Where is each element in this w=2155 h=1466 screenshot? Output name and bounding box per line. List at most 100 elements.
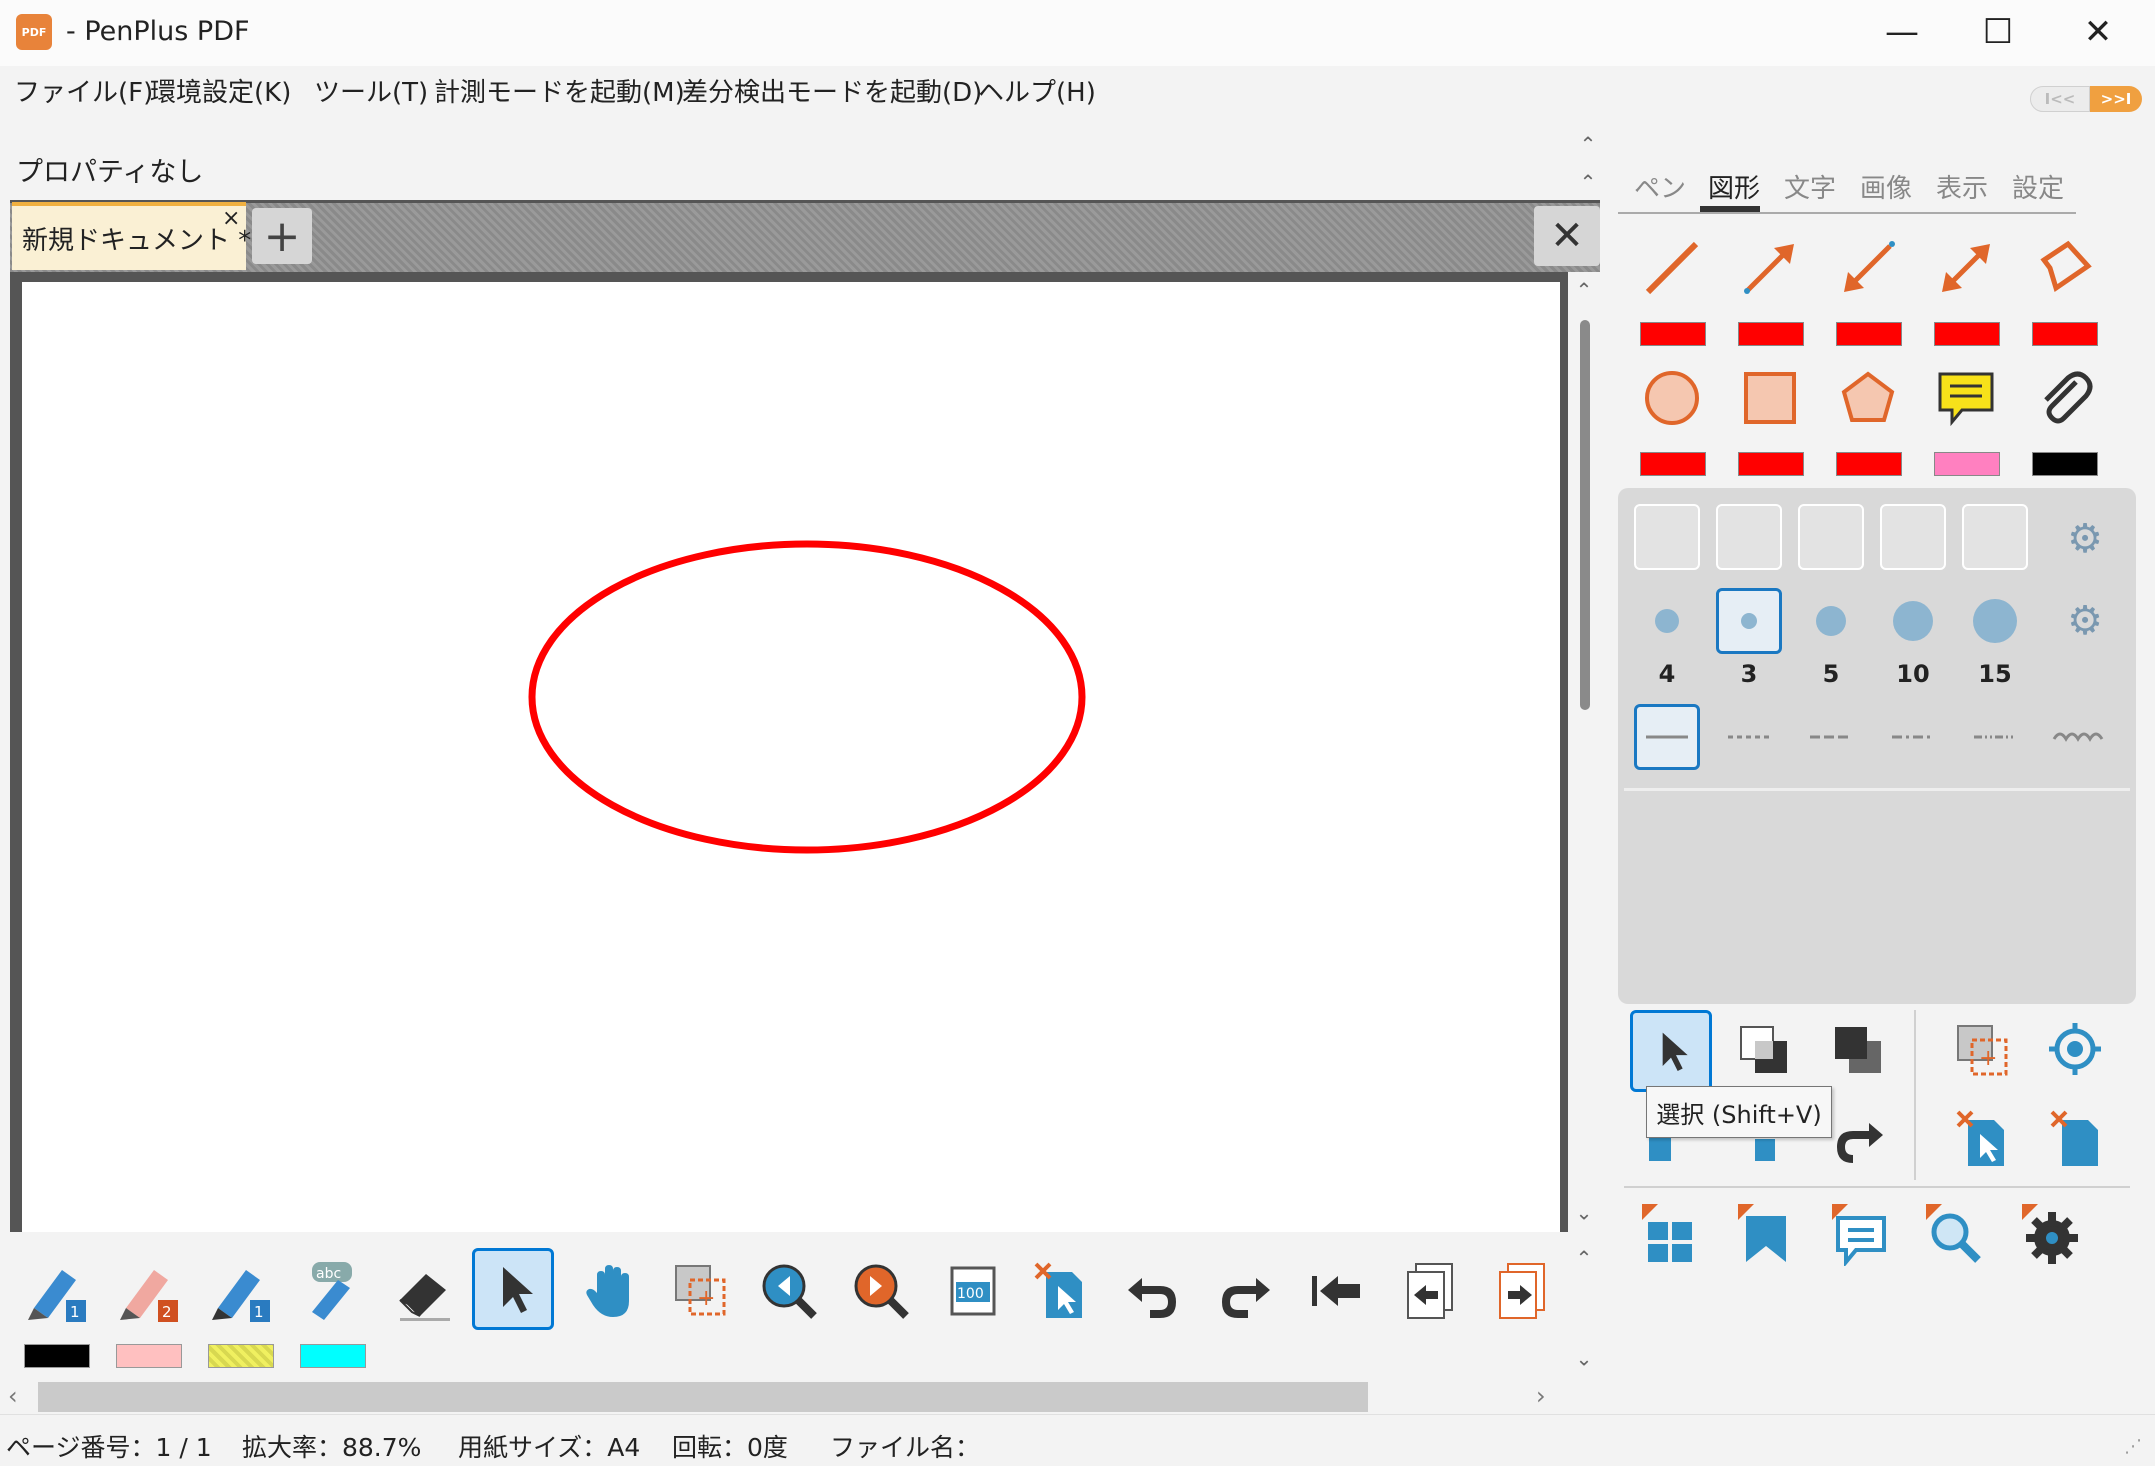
arrow-shape-icon[interactable] bbox=[1730, 228, 1810, 308]
close-window-button[interactable]: ✕ bbox=[2050, 0, 2146, 64]
minimize-button[interactable]: — bbox=[1854, 0, 1950, 64]
custom-color-slot[interactable] bbox=[1880, 504, 1946, 570]
vertical-scrollbar-thumb[interactable] bbox=[1580, 320, 1590, 710]
scroll-down-icon[interactable]: ⌃ bbox=[1574, 1200, 1594, 1224]
line-width-option[interactable] bbox=[1962, 588, 2028, 654]
menu-tools[interactable]: ツール(T) bbox=[314, 72, 428, 109]
add-tab-button[interactable]: + bbox=[252, 208, 312, 264]
line-style-dash-dot[interactable] bbox=[1880, 704, 1946, 770]
horizontal-scrollbar-thumb[interactable] bbox=[38, 1382, 1368, 1412]
rectangle-shape-icon[interactable] bbox=[1730, 358, 1810, 438]
select-tool-button[interactable] bbox=[472, 1248, 554, 1330]
reverse-arrow-color-swatch[interactable] bbox=[1836, 322, 1902, 346]
menu-measure-mode[interactable]: 計測モードを起動(M) bbox=[434, 72, 685, 109]
menu-diff-mode[interactable]: 差分検出モードを起動(D) bbox=[682, 72, 982, 109]
panel-select-button[interactable] bbox=[1630, 1010, 1712, 1092]
line-shape-icon[interactable] bbox=[1632, 228, 1712, 308]
custom-color-slot[interactable] bbox=[1962, 504, 2028, 570]
hand-icon[interactable] bbox=[568, 1250, 650, 1332]
line-color-swatch[interactable] bbox=[1640, 322, 1706, 346]
highlighter-color-swatch[interactable] bbox=[208, 1344, 274, 1368]
collapse-up-icon[interactable]: ⌃ bbox=[1578, 132, 1598, 156]
custom-color-slot[interactable] bbox=[1634, 504, 1700, 570]
menu-file[interactable]: ファイル(F) bbox=[14, 72, 153, 109]
next-page-icon[interactable] bbox=[1480, 1250, 1562, 1332]
bring-front-icon[interactable] bbox=[1724, 1010, 1806, 1092]
menu-help[interactable]: ヘルプ(H) bbox=[978, 72, 1096, 109]
reverse-arrow-shape-icon[interactable] bbox=[1828, 228, 1908, 308]
line-style-dash-dot-dot[interactable] bbox=[1962, 704, 2028, 770]
close-document-button[interactable]: ✕ bbox=[1534, 206, 1600, 266]
ellipse-shape-icon[interactable] bbox=[1632, 358, 1712, 438]
polyline-shape-icon[interactable] bbox=[2024, 228, 2104, 308]
attachment-color-swatch[interactable] bbox=[2032, 452, 2098, 476]
line-style-solid[interactable] bbox=[1634, 704, 1700, 770]
comment-color-swatch[interactable] bbox=[1934, 452, 2000, 476]
search-icon[interactable] bbox=[1912, 1192, 1994, 1274]
delete-page-icon[interactable] bbox=[1020, 1250, 1102, 1332]
send-back-icon[interactable] bbox=[1818, 1010, 1900, 1092]
menu-preferences[interactable]: 環境設定(K) bbox=[150, 72, 291, 109]
line-width-option[interactable] bbox=[1798, 588, 1864, 654]
undo-icon[interactable] bbox=[1112, 1250, 1194, 1332]
gear-icon[interactable]: ⚙ bbox=[2056, 510, 2114, 568]
prev-page-icon[interactable] bbox=[1388, 1250, 1470, 1332]
arrow-color-swatch[interactable] bbox=[1738, 322, 1804, 346]
text-pen-icon[interactable]: abc bbox=[292, 1250, 374, 1332]
delete-annotation-icon[interactable] bbox=[1942, 1098, 2024, 1180]
scroll-left-icon[interactable]: ‹ bbox=[8, 1382, 18, 1410]
pen-1-icon[interactable]: 1 bbox=[16, 1250, 98, 1332]
toolbar-scroll-up-icon[interactable]: ⌃ bbox=[1574, 1246, 1594, 1270]
text-pen-color-swatch[interactable] bbox=[300, 1344, 366, 1368]
zoom-out-icon[interactable] bbox=[748, 1250, 830, 1332]
polygon-shape-icon[interactable] bbox=[1828, 358, 1908, 438]
line-width-option-selected[interactable] bbox=[1716, 588, 1782, 654]
pen-2-color-swatch[interactable] bbox=[116, 1344, 182, 1368]
panel-next-button[interactable]: >>I bbox=[2090, 86, 2142, 112]
panel-prev-button[interactable]: I<< bbox=[2030, 86, 2090, 112]
double-arrow-shape-icon[interactable] bbox=[1926, 228, 2006, 308]
tab-settings[interactable]: 設定 bbox=[2012, 168, 2064, 205]
tab-text[interactable]: 文字 bbox=[1784, 168, 1836, 205]
double-arrow-color-swatch[interactable] bbox=[1934, 322, 2000, 346]
bookmarks-icon[interactable] bbox=[1724, 1192, 1806, 1274]
comment-shape-icon[interactable] bbox=[1926, 358, 2006, 438]
tab-view[interactable]: 表示 bbox=[1936, 168, 1988, 205]
line-style-cloud[interactable] bbox=[2044, 704, 2110, 770]
red-ellipse-annotation[interactable] bbox=[528, 540, 1086, 854]
eraser-icon[interactable] bbox=[384, 1250, 466, 1332]
target-icon[interactable] bbox=[2036, 1010, 2118, 1092]
polyline-color-swatch[interactable] bbox=[2032, 322, 2098, 346]
line-style-dotted[interactable] bbox=[1716, 704, 1782, 770]
line-width-option[interactable] bbox=[1634, 588, 1700, 654]
document-page[interactable] bbox=[22, 282, 1560, 1232]
first-page-icon[interactable] bbox=[1296, 1250, 1378, 1332]
area-select-icon[interactable]: + bbox=[660, 1250, 742, 1332]
resize-grip-icon[interactable]: ⋰ bbox=[2124, 1436, 2142, 1457]
toolbar-scroll-down-icon[interactable]: ⌃ bbox=[1574, 1346, 1594, 1370]
rectangle-color-swatch[interactable] bbox=[1738, 452, 1804, 476]
panel-area-select-icon[interactable]: + bbox=[1942, 1010, 2024, 1092]
thumbnails-icon[interactable] bbox=[1628, 1192, 1710, 1274]
tab-pen[interactable]: ペン bbox=[1634, 168, 1686, 205]
comments-icon[interactable] bbox=[1818, 1192, 1900, 1274]
actual-size-icon[interactable]: 100 bbox=[932, 1250, 1014, 1332]
pen-1-color-swatch[interactable] bbox=[24, 1344, 90, 1368]
highlighter-icon[interactable]: 1 bbox=[200, 1250, 282, 1332]
custom-color-slot[interactable] bbox=[1716, 504, 1782, 570]
polygon-color-swatch[interactable] bbox=[1836, 452, 1902, 476]
maximize-button[interactable]: ☐ bbox=[1950, 0, 2046, 64]
redo-icon[interactable] bbox=[1204, 1250, 1286, 1332]
line-style-dashed[interactable] bbox=[1798, 704, 1864, 770]
attachment-shape-icon[interactable] bbox=[2024, 358, 2104, 438]
pen-2-icon[interactable]: 2 bbox=[108, 1250, 190, 1332]
scroll-up-icon[interactable]: ⌃ bbox=[1574, 278, 1594, 302]
tab-shape[interactable]: 図形 bbox=[1708, 168, 1760, 205]
line-width-option[interactable] bbox=[1880, 588, 1946, 654]
panel-settings-gear-icon[interactable] bbox=[2008, 1192, 2090, 1274]
custom-color-slot[interactable] bbox=[1798, 504, 1864, 570]
delete-all-icon[interactable] bbox=[2036, 1098, 2118, 1180]
gear-icon[interactable]: ⚙ bbox=[2056, 592, 2114, 650]
document-tab-close-icon[interactable]: × bbox=[222, 206, 240, 231]
zoom-in-icon[interactable] bbox=[840, 1250, 922, 1332]
